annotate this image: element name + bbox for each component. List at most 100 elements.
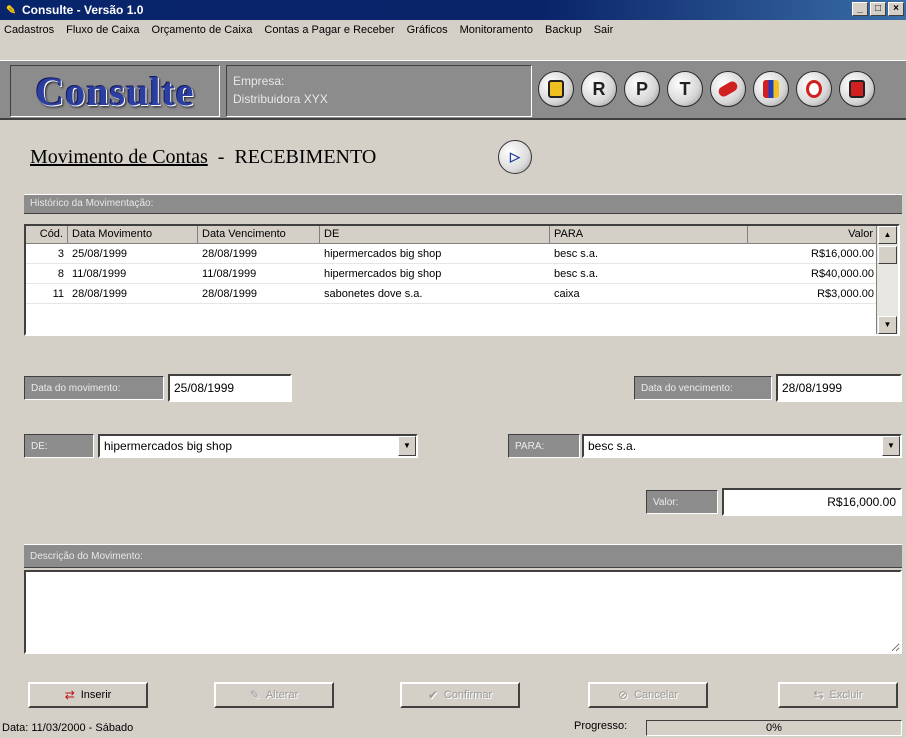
scroll-up-icon[interactable]: ▲	[878, 226, 897, 244]
cell-cod: 8	[57, 267, 64, 280]
description-textarea[interactable]	[24, 570, 902, 654]
de-label: DE:	[24, 434, 94, 458]
page-title-separator: -	[217, 146, 225, 168]
eraser-icon[interactable]	[710, 71, 746, 107]
logo: Consulte	[10, 65, 220, 117]
table-row[interactable]: 3 25/08/1999 28/08/1999 hipermercados bi…	[26, 244, 898, 264]
company-label: Empresa:	[233, 74, 285, 88]
cancelar-button[interactable]: ⊘ Cancelar	[588, 682, 708, 708]
confirmar-label: Confirmar	[443, 689, 493, 701]
excluir-label: Excluir	[829, 689, 863, 701]
menu-sair[interactable]: Sair	[594, 24, 614, 36]
cell-valor: R$16,000.00	[811, 247, 874, 260]
switch-mode-icon[interactable]: ▷	[498, 140, 532, 174]
data-movimento-label: Data do movimento:	[24, 376, 164, 400]
valor-input[interactable]	[722, 488, 902, 516]
confirmar-button[interactable]: ✔ Confirmar	[400, 682, 520, 708]
menu-bar: Cadastros Fluxo de Caixa Orçamento de Ca…	[0, 20, 906, 40]
close-button[interactable]: ×	[888, 2, 904, 16]
status-date: Data: 11/03/2000 - Sábado	[2, 722, 134, 734]
exit-icon[interactable]	[839, 71, 875, 107]
alterar-label: Alterar	[265, 689, 299, 701]
menu-graficos[interactable]: Gráficos	[407, 24, 448, 36]
inserir-button[interactable]: ⇄ Inserir	[28, 682, 148, 708]
cell-valor: R$40,000.00	[811, 267, 874, 280]
company-name: Distribuidora XYX	[233, 92, 328, 106]
data-movimento-input[interactable]	[168, 374, 292, 402]
toolbar-icons: R P T	[538, 71, 875, 107]
menu-contas-a-pagar-e-receber[interactable]: Contas a Pagar e Receber	[264, 24, 394, 36]
table-row[interactable]: 8 11/08/1999 11/08/1999 hipermercados bi…	[26, 264, 898, 284]
cell-data-movimento: 28/08/1999	[72, 287, 128, 300]
de-select[interactable]: hipermercados big shop ▼	[98, 434, 418, 458]
menu-cadastros[interactable]: Cadastros	[4, 24, 54, 36]
history-table[interactable]: Cód. Data Movimento Data Vencimento DE P…	[24, 224, 900, 336]
inserir-label: Inserir	[80, 689, 112, 701]
progress-label: Progresso:	[574, 720, 628, 732]
column-header-de[interactable]: DE	[320, 226, 550, 243]
column-header-para[interactable]: PARA	[550, 226, 748, 243]
cell-data-vencimento: 28/08/1999	[202, 247, 258, 260]
cell-para: besc s.a.	[554, 267, 599, 280]
transferir-button[interactable]: T	[667, 71, 703, 107]
table-row[interactable]: 11 28/08/1999 28/08/1999 sabonetes dove …	[26, 284, 898, 304]
cancelar-label: Cancelar	[634, 689, 679, 701]
title-bar: ✎ Consulte - Versão 1.0 _ □ ×	[0, 0, 906, 20]
cell-data-movimento: 11/08/1999	[72, 267, 127, 280]
column-header-data-movimento[interactable]: Data Movimento	[68, 226, 198, 243]
edit-icon: ✎	[249, 688, 260, 702]
cell-para: besc s.a.	[554, 247, 599, 260]
brand-bar: Consulte Empresa: Distribuidora XYX R P …	[0, 60, 906, 120]
page-title: Movimento de Contas - RECEBIMENTO	[30, 146, 376, 169]
cell-de: hipermercados big shop	[324, 267, 442, 280]
door-icon[interactable]	[538, 71, 574, 107]
menu-fluxo-de-caixa[interactable]: Fluxo de Caixa	[66, 24, 139, 36]
history-header: Histórico da Movimentação:	[24, 194, 902, 214]
para-select[interactable]: besc s.a. ▼	[582, 434, 902, 458]
cell-data-vencimento: 28/08/1999	[202, 287, 258, 300]
cell-cod: 3	[57, 247, 64, 260]
app-icon: ✎	[5, 3, 17, 17]
alterar-button[interactable]: ✎ Alterar	[214, 682, 334, 708]
progress-bar: 0%	[646, 720, 902, 736]
cell-valor: R$3,000.00	[817, 287, 874, 300]
minimize-button[interactable]: _	[852, 2, 868, 16]
table-scrollbar[interactable]: ▲ ▼	[876, 226, 898, 334]
cell-de: sabonetes dove s.a.	[324, 287, 423, 300]
cell-data-vencimento: 11/08/1999	[202, 267, 257, 280]
description-header: Descrição do Movimento:	[24, 544, 902, 568]
scroll-thumb[interactable]	[878, 246, 897, 264]
page-title-link[interactable]: Movimento de Contas	[30, 146, 208, 169]
pagar-button[interactable]: P	[624, 71, 660, 107]
para-select-value: besc s.a.	[588, 439, 637, 453]
cell-para: caixa	[554, 287, 580, 300]
table-header: Cód. Data Movimento Data Vencimento DE P…	[26, 226, 898, 244]
data-vencimento-input[interactable]	[776, 374, 902, 402]
cell-de: hipermercados big shop	[324, 247, 442, 260]
column-header-data-vencimento[interactable]: Data Vencimento	[198, 226, 320, 243]
receber-button[interactable]: R	[581, 71, 617, 107]
logo-text: Consulte	[35, 68, 195, 114]
cancel-icon: ⊘	[617, 688, 629, 702]
cell-cod: 11	[52, 287, 64, 300]
menu-orcamento-de-caixa[interactable]: Orçamento de Caixa	[152, 24, 253, 36]
chart-icon[interactable]	[753, 71, 789, 107]
page-title-mode: RECEBIMENTO	[234, 146, 377, 168]
menu-monitoramento[interactable]: Monitoramento	[460, 24, 533, 36]
excluir-button[interactable]: ⇆ Excluir	[778, 682, 898, 708]
progress-value: 0%	[766, 722, 782, 734]
menu-backup[interactable]: Backup	[545, 24, 582, 36]
clock-icon[interactable]	[796, 71, 832, 107]
delete-icon: ⇆	[813, 688, 824, 702]
valor-label: Valor:	[646, 490, 718, 514]
company-panel: Empresa: Distribuidora XYX	[226, 65, 532, 117]
maximize-button[interactable]: □	[870, 2, 886, 16]
chevron-down-icon[interactable]: ▼	[398, 436, 416, 456]
scroll-down-icon[interactable]: ▼	[878, 316, 897, 334]
column-header-cod[interactable]: Cód.	[26, 226, 68, 243]
chevron-down-icon[interactable]: ▼	[882, 436, 900, 456]
window-title: Consulte - Versão 1.0	[22, 3, 144, 17]
check-icon: ✔	[427, 688, 438, 702]
data-vencimento-label: Data do vencimento:	[634, 376, 772, 400]
column-header-valor[interactable]: Valor	[748, 226, 878, 243]
